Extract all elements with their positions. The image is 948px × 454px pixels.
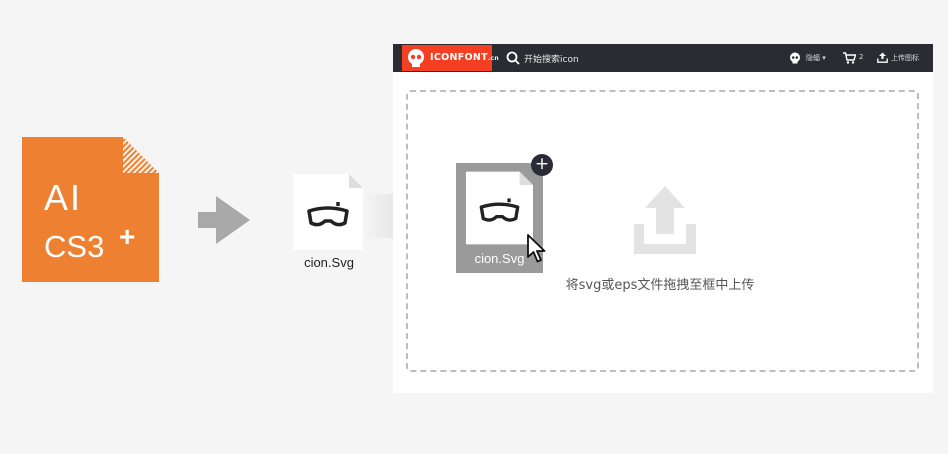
plus-label: + — [119, 221, 136, 252]
folded-corner-icon — [123, 137, 159, 173]
search-input[interactable]: 开始搜索icon — [524, 52, 579, 65]
site-logo[interactable]: ICONFONT.cn — [402, 45, 499, 71]
add-badge-icon: + — [531, 154, 553, 176]
mouse-cursor-icon — [527, 234, 546, 263]
skull-icon — [408, 49, 424, 67]
cs3-label: CS3 — [44, 229, 105, 264]
cart-icon[interactable] — [843, 52, 856, 64]
ai-file-icon: AI CS3 + — [22, 137, 159, 282]
svg-file-label: cion.Svg — [304, 255, 354, 270]
ai-label: AI — [44, 177, 83, 218]
top-nav-bar: ICONFONT.cn 开始搜索icon 隐蝠 ▾ 2 上传图标 — [393, 44, 933, 72]
search-icon[interactable] — [506, 51, 520, 65]
svg-file-icon — [293, 174, 363, 250]
dropzone-hint: 将svg或eps文件拖拽至框中上传 — [565, 278, 755, 293]
user-menu[interactable]: 隐蝠 ▾ — [806, 53, 826, 63]
cart-count: 2 — [859, 53, 864, 61]
right-arrow-icon — [198, 196, 250, 244]
upload-icon[interactable] — [877, 52, 888, 63]
logo-text: ICONFONT.cn — [430, 52, 499, 63]
upload-arrow-icon — [634, 186, 696, 254]
dragged-svg-file-icon — [466, 171, 533, 245]
user-skull-icon — [790, 52, 800, 64]
upload-icon-link[interactable]: 上传图标 — [891, 53, 919, 63]
